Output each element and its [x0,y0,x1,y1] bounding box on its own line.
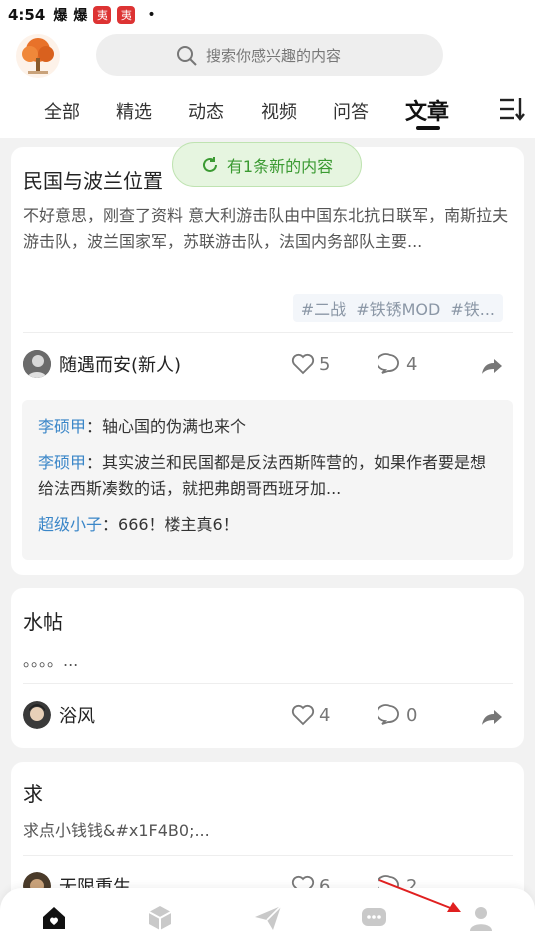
home-icon[interactable] [40,904,68,932]
like-button[interactable]: 5 [291,353,330,375]
commenter-name[interactable]: 李硕甲 [38,453,86,472]
post-excerpt: 。。。。... [23,651,79,670]
post-card[interactable]: 民国与波兰位置 不好意思，刚查了资料 意大利游击队由中国东北抗日联军，南斯拉夫游… [11,147,524,575]
post-card[interactable]: 水帖 。。。。... 浴风 4 0 [11,588,524,748]
post-tags: #二战 #铁锈MOD #铁... [292,294,503,322]
author-name: 随遇而安(新人) [59,355,182,376]
comment-line: 李硕甲：其实波兰和民国都是反法西斯阵营的，如果作者要是想给法西斯凑数的话，就把弗… [38,450,497,502]
post-excerpt: 求点小钱钱&#x1F4B0;... [23,821,210,840]
post-author[interactable]: 浴风 [23,701,95,729]
author-name: 浴风 [59,706,95,727]
tab-featured[interactable]: 精选 [116,98,152,124]
tree-logo-icon [22,38,54,74]
heart-icon [291,704,315,726]
comment-text: ：轴心国的伪满也来个 [86,417,247,436]
profile-icon[interactable] [467,904,495,932]
comment-button[interactable]: 0 [378,704,417,726]
heart-icon [291,353,315,375]
status-notification-icon: 爆 [73,8,88,24]
active-tab-indicator [416,126,440,130]
share-icon[interactable] [480,708,504,726]
post-title: 民国与波兰位置 [23,169,163,193]
tab-qa[interactable]: 问答 [333,98,369,124]
like-count: 5 [319,353,331,375]
like-count: 4 [319,704,331,726]
search-icon [177,46,197,66]
post-title: 求 [23,782,43,806]
tag-item[interactable]: #铁... [450,296,495,320]
tag-item[interactable]: #二战 [301,296,346,320]
comment-button[interactable]: 4 [378,353,417,375]
new-content-text: 有1条新的内容 [226,156,334,176]
author-avatar [23,350,51,378]
top-header: 搜索你感兴趣的内容 全部 精选 动态 视频 问答 文章 [0,30,535,138]
tag-item[interactable]: #铁锈MOD [356,296,440,320]
comment-text: ：其实波兰和民国都是反法西斯阵营的，如果作者要是想给法西斯凑数的话，就把弗朗哥西… [38,453,487,498]
status-app-icon: 夷 [117,6,136,24]
new-content-notice[interactable]: 有1条新的内容 [172,142,362,187]
comment-bubble-icon [378,704,399,725]
comment-text: ：666！楼主真6！ [102,515,239,534]
annotation-arrow-icon [378,879,461,912]
post-excerpt: 不好意思，刚查了资料 意大利游击队由中国东北抗日联军，南斯拉夫游击队，波兰国家军… [23,206,509,251]
tab-dynamics[interactable]: 动态 [188,98,224,124]
category-tabs: 全部 精选 动态 视频 问答 文章 [0,90,535,134]
comment-count: 0 [406,704,418,726]
comment-preview-box[interactable]: 李硕甲：轴心国的伪满也来个 李硕甲：其实波兰和民国都是反法西斯阵营的，如果作者要… [22,400,513,560]
status-app-icon: 夷 [93,6,112,24]
share-icon[interactable] [480,357,504,375]
sort-menu-icon[interactable] [498,96,526,122]
box-icon[interactable] [146,904,174,932]
tab-video[interactable]: 视频 [261,98,297,124]
status-time: 4:54 [8,6,46,24]
comment-count: 4 [406,353,418,375]
comment-line: 李硕甲：轴心国的伪满也来个 [38,414,497,440]
status-bar: 4:54 爆 爆 夷 夷 • [0,0,535,30]
user-avatar[interactable] [16,34,60,78]
comment-line: 超级小子：666！楼主真6！ [38,512,497,538]
refresh-icon [202,156,217,172]
status-notification-icon: 爆 [53,8,68,24]
commenter-name[interactable]: 超级小子 [38,515,102,534]
tab-articles[interactable]: 文章 [405,94,449,126]
status-dot: • [147,7,156,23]
divider [23,855,513,856]
tab-all[interactable]: 全部 [44,98,80,124]
search-placeholder: 搜索你感兴趣的内容 [206,46,342,65]
post-author[interactable]: 随遇而安(新人) [23,350,181,378]
like-button[interactable]: 4 [291,704,330,726]
author-avatar [23,701,51,729]
send-icon[interactable] [253,904,283,932]
divider [23,683,513,684]
divider [23,332,513,333]
comment-bubble-icon [378,353,399,374]
post-title: 水帖 [23,610,63,634]
search-bar[interactable]: 搜索你感兴趣的内容 [96,34,443,76]
commenter-name[interactable]: 李硕甲 [38,417,86,436]
